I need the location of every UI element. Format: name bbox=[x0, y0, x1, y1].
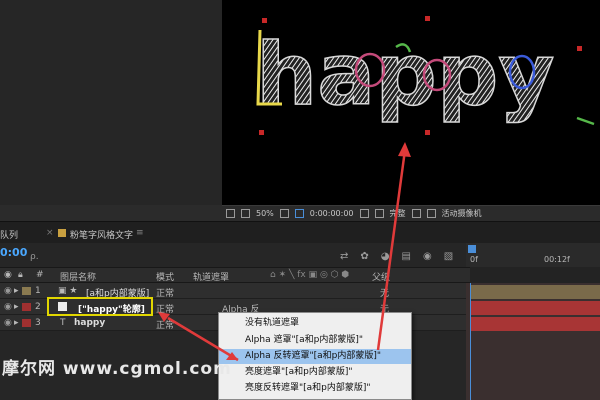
label-color[interactable] bbox=[22, 319, 31, 327]
eye-icon[interactable]: ◉ bbox=[4, 286, 12, 296]
grid-icon[interactable] bbox=[279, 209, 289, 218]
expand-icon[interactable]: ▸ bbox=[14, 318, 19, 328]
menu-item-luma-inverted-matte[interactable]: 亮度反转遮罩"[a和p内部蒙版]" bbox=[219, 381, 411, 396]
color-channel-icon[interactable] bbox=[374, 209, 384, 218]
tab-menu-icon[interactable]: ≡ bbox=[136, 228, 144, 238]
expand-icon[interactable]: ▸ bbox=[14, 286, 19, 296]
layer-name-header[interactable]: 图层名称 bbox=[60, 270, 96, 283]
always-preview-icon[interactable] bbox=[226, 209, 235, 218]
zoom-select[interactable]: 50% bbox=[256, 209, 274, 218]
eye-icon[interactable]: ◉ bbox=[4, 318, 12, 328]
track-matte-menu: 没有轨道遮罩 Alpha 遮罩"[a和p内部蒙版]" Alpha 反转遮罩"[a… bbox=[218, 312, 412, 400]
menu-item-alpha-inverted-matte[interactable]: Alpha 反转遮罩"[a和p内部蒙版]" bbox=[219, 349, 411, 364]
mode-select[interactable]: 正常 bbox=[156, 302, 174, 315]
transparency-grid-icon[interactable] bbox=[426, 209, 436, 218]
visibility-col-icon: ◉ bbox=[4, 270, 12, 280]
layer-number: 3 bbox=[35, 318, 41, 328]
shy-layers-icon[interactable]: ◕ bbox=[381, 251, 390, 262]
comp-tab-icon bbox=[58, 229, 66, 237]
highlight-box bbox=[47, 297, 153, 316]
time-ruler[interactable]: 0f 00:12f bbox=[466, 243, 600, 267]
layer-type-icon: ▣ ★ bbox=[58, 286, 78, 296]
graph-editor-icon[interactable]: ▧ bbox=[444, 251, 453, 262]
track-area[interactable] bbox=[466, 283, 600, 400]
track-matte-header: 轨道遮罩 bbox=[193, 273, 230, 283]
playhead-icon[interactable] bbox=[468, 245, 476, 253]
label-color[interactable] bbox=[22, 287, 31, 295]
menu-item-no-matte[interactable]: 没有轨道遮罩 bbox=[219, 316, 411, 331]
mode-select[interactable]: 正常 bbox=[156, 286, 174, 299]
composition-viewer[interactable]: happy bbox=[222, 0, 600, 205]
snapshot-icon[interactable] bbox=[359, 209, 369, 218]
watermark: 摩尔网 www.cgmol.com bbox=[2, 359, 232, 379]
layer-number: 1 bbox=[35, 286, 41, 296]
layer-bar[interactable] bbox=[470, 285, 600, 299]
frame-blending-icon[interactable]: ▤ bbox=[402, 251, 411, 262]
timeline-tab-bar: 队列 × 粉笔字风格文字 ≡ bbox=[0, 221, 600, 243]
menu-item-alpha-matte[interactable]: Alpha 遮罩"[a和p内部蒙版]" bbox=[219, 333, 411, 348]
project-footer bbox=[0, 205, 222, 221]
label-col-icon: # bbox=[36, 270, 44, 280]
layer-column-headers: ◉ 🔒︎ # 图层名称 模式 轨道遮罩 ⌂ ✶ ╲ fx ▣ ◎ ⬡ ⬢ 父级 bbox=[0, 267, 470, 283]
close-tab-icon[interactable]: × bbox=[46, 228, 54, 238]
search-input[interactable]: ρ. bbox=[30, 252, 39, 262]
layer-bar[interactable] bbox=[470, 301, 600, 315]
viewer-timecode[interactable]: 0:00:00:00 bbox=[310, 209, 354, 218]
comp-flowchart-icon[interactable]: ⇄ bbox=[340, 251, 348, 262]
comp-tab[interactable]: 粉笔字风格文字 bbox=[70, 228, 133, 241]
expand-icon[interactable]: ▸ bbox=[14, 302, 19, 312]
mode-select[interactable]: 正常 bbox=[156, 318, 174, 331]
mode-header: 模式 bbox=[156, 273, 175, 283]
lock-col-icon: 🔒︎ bbox=[18, 270, 23, 280]
ruler-label-mid: 00:12f bbox=[544, 255, 570, 264]
viewer-toolbar: 50% 0:00:00:00 完整 活动摄像机 bbox=[222, 205, 600, 221]
label-color[interactable] bbox=[22, 303, 31, 311]
motion-blur-icon[interactable]: ◉ bbox=[423, 251, 432, 262]
layer-number: 2 bbox=[35, 302, 41, 312]
chalk-text-render: happy bbox=[255, 16, 595, 135]
layer-bar[interactable] bbox=[470, 317, 600, 331]
text-layer-icon: T bbox=[60, 318, 66, 328]
timeline-switches: ⇄ ✿ ◕ ▤ ◉ ▧ bbox=[340, 251, 453, 262]
current-time[interactable]: 0:00 bbox=[0, 246, 27, 259]
parent-header: 父级 bbox=[372, 273, 391, 283]
switch-icons: ⌂ ✶ ╲ fx ▣ ◎ ⬡ ⬢ bbox=[270, 270, 350, 280]
draft-3d-icon[interactable]: ✿ bbox=[360, 251, 368, 262]
ruler-label-start: 0f bbox=[470, 255, 478, 264]
layer-name[interactable]: happy bbox=[74, 318, 105, 328]
parent-select[interactable]: 无 bbox=[380, 286, 389, 299]
resolution-select[interactable]: 完整 bbox=[390, 208, 406, 219]
render-queue-tab[interactable]: 队列 bbox=[0, 228, 18, 241]
camera-select[interactable]: 活动摄像机 bbox=[442, 208, 482, 219]
eye-icon[interactable]: ◉ bbox=[4, 302, 12, 312]
menu-item-luma-matte[interactable]: 亮度遮罩"[a和p内部蒙版]" bbox=[219, 365, 411, 380]
safe-zone-icon[interactable] bbox=[294, 209, 304, 218]
region-icon[interactable] bbox=[411, 209, 421, 218]
playhead-line bbox=[470, 283, 471, 400]
resolution-icon[interactable] bbox=[241, 209, 250, 218]
project-panel bbox=[0, 0, 222, 205]
